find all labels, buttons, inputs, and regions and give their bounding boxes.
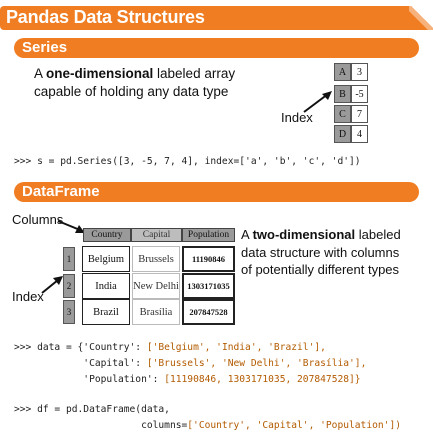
code-string: ['Brussels', 'New Delhi', 'Brasília'],	[146, 358, 367, 369]
dataframe-code-line: 'Population': [11190846, 1303171035, 207…	[14, 372, 361, 387]
code-text: 'Capital':	[14, 358, 147, 369]
series-value-cell: 4	[351, 125, 368, 143]
series-index-cell: D	[334, 125, 351, 143]
dataframe-header-label: DataFrame	[22, 183, 100, 200]
dataframe-cell: 207847528	[182, 299, 235, 325]
dataframe-column-header: Capital	[131, 228, 182, 242]
dataframe-cell: 11190846	[182, 246, 235, 272]
series-desc-suffix: labeled array	[153, 66, 236, 81]
dataframe-desc-line2: data structure with columns	[241, 244, 400, 260]
title-banner: Pandas Data Structures	[0, 6, 433, 30]
series-value-cell: -5	[351, 85, 368, 103]
dataframe-desc-line3: of potentially different types	[241, 262, 400, 277]
dataframe-section-header: DataFrame	[14, 182, 419, 202]
code-text: 'Population':	[14, 374, 165, 385]
dataframe-code-line: >>> data = {'Country': ['Belgium', 'Indi…	[14, 340, 326, 355]
series-section-header: Series	[14, 38, 419, 58]
dataframe-index-cell: 1	[63, 247, 75, 271]
dataframe-code-line: >>> df = pd.DataFrame(data,	[14, 404, 170, 415]
dataframe-cell: New Delhi	[132, 273, 180, 299]
dataframe-desc-suffix: labeled	[355, 227, 401, 242]
dataframe-description: A two-dimensional labeled data structure…	[241, 226, 401, 279]
series-header-label: Series	[22, 39, 68, 56]
code-text: >>> data = {'Country':	[14, 342, 147, 353]
dataframe-index-cell: 2	[63, 274, 75, 298]
page-title: Pandas Data Structures	[6, 7, 205, 27]
dataframe-cell: Brazil	[82, 299, 130, 325]
dataframe-code-line: columns=['Country', 'Capital', 'Populati…	[14, 418, 401, 433]
series-index-cell: B	[334, 85, 351, 103]
dataframe-cell: Brasília	[132, 299, 180, 325]
dataframe-code-line: 'Capital': ['Brussels', 'New Delhi', 'Br…	[14, 356, 366, 371]
dataframe-cell: India	[82, 273, 130, 299]
code-text: columns=	[14, 420, 188, 431]
dataframe-desc-prefix: A	[241, 227, 253, 242]
dataframe-cell: Brussels	[132, 246, 180, 272]
dataframe-index-cell: 3	[63, 300, 75, 324]
series-description: A one-dimensional labeled array capable …	[34, 65, 235, 101]
series-desc-line2: capable of holding any data type	[34, 84, 229, 99]
series-desc-prefix: A	[34, 66, 47, 81]
series-index-arrow-icon	[303, 91, 332, 113]
series-index-cell: A	[334, 63, 351, 81]
series-desc-bold: one-dimensional	[46, 66, 154, 81]
code-string: [11190846, 1303171035, 207847528]}	[164, 374, 361, 385]
dataframe-column-header: Country	[83, 228, 131, 242]
code-string: ['Country', 'Capital', 'Population'])	[187, 420, 401, 431]
dataframe-column-header: Population	[182, 228, 235, 242]
dataframe-cell: 1303171035	[182, 273, 235, 299]
dataframe-cell: Belgium	[82, 246, 130, 272]
dataframe-desc-bold: two-dimensional	[252, 227, 356, 242]
series-index-cell: C	[334, 105, 351, 123]
code-string: ['Belgium', 'India', 'Brazil'],	[146, 342, 326, 353]
page-curl-decoration	[409, 6, 433, 30]
series-code-line: >>> s = pd.Series([3, -5, 7, 4], index=[…	[14, 156, 361, 167]
series-value-cell: 7	[351, 105, 368, 123]
series-value-cell: 3	[351, 63, 368, 81]
